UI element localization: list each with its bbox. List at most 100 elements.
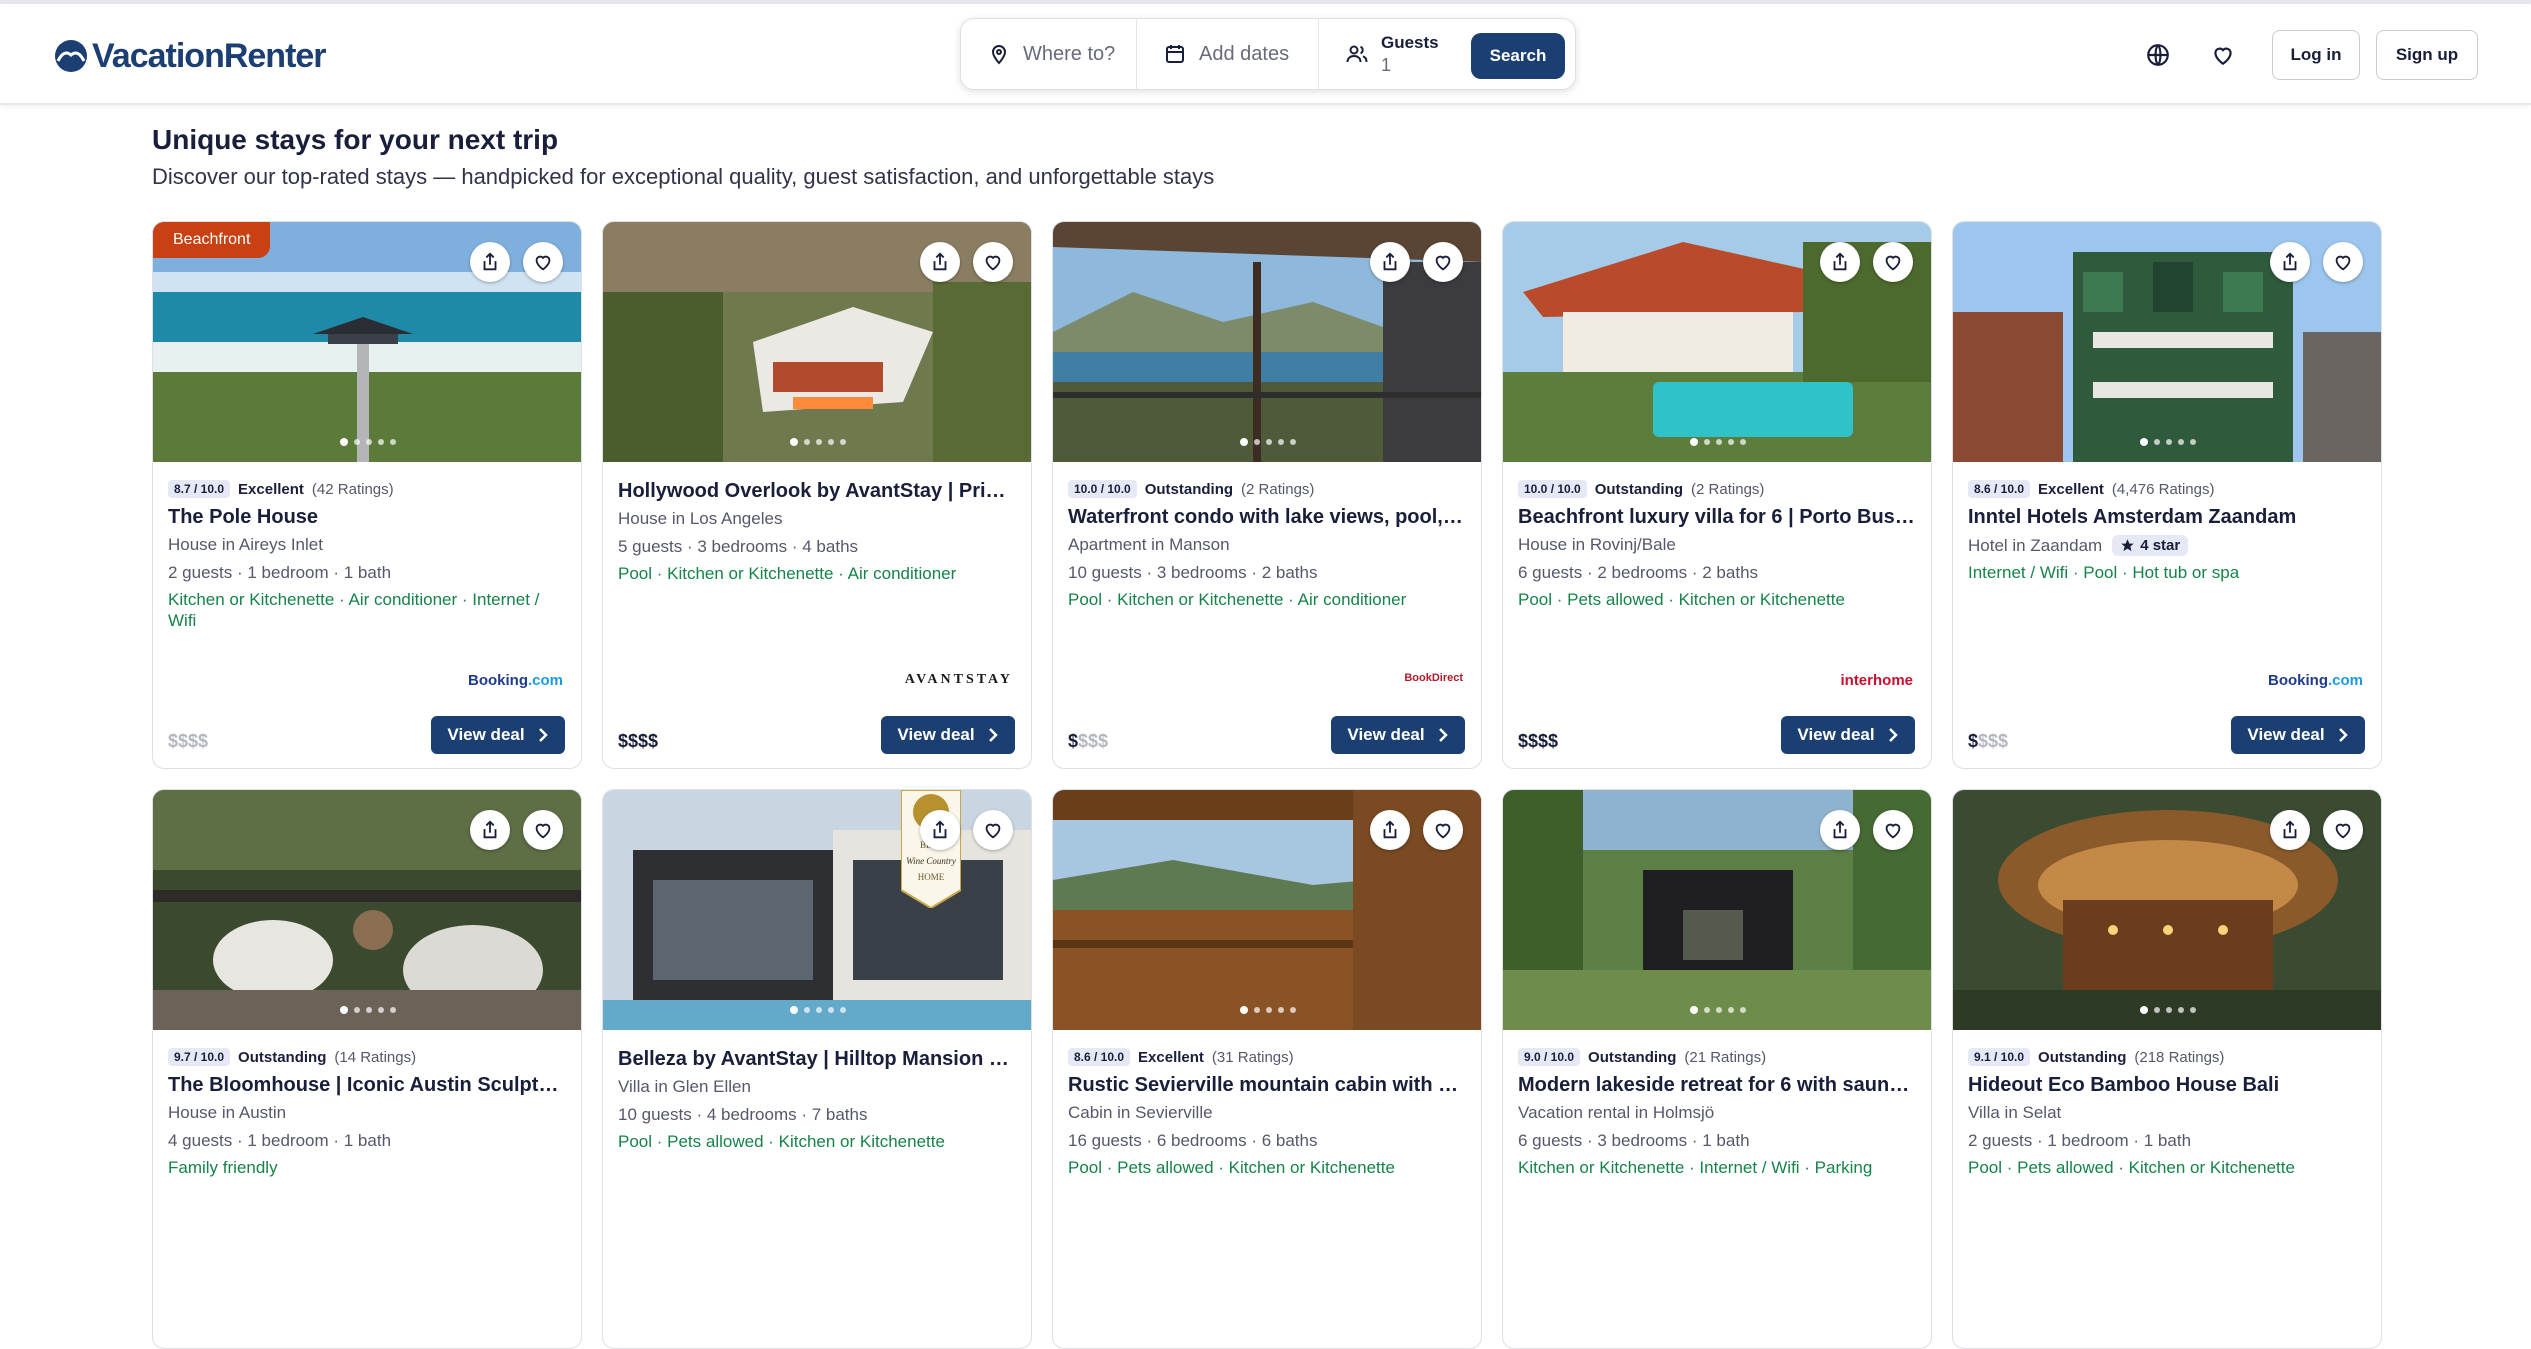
logo-icon (55, 40, 87, 72)
rating-row: 9.0 / 10.0 Outstanding (21 Ratings) (1518, 1044, 1915, 1070)
carousel-dots[interactable] (790, 438, 846, 446)
share-button[interactable] (920, 242, 960, 282)
listing-photo[interactable] (153, 790, 581, 1030)
share-button[interactable] (920, 810, 960, 850)
calendar-icon (1166, 45, 1184, 63)
listing-card[interactable]: 8.6 / 10.0 Excellent (4,476 Ratings) Inn… (1952, 221, 2382, 769)
favorite-button[interactable] (523, 242, 563, 282)
view-deal-button[interactable]: View deal (881, 716, 1015, 754)
favorite-button[interactable] (523, 810, 563, 850)
favorite-button[interactable] (1873, 810, 1913, 850)
view-deal-button[interactable]: View deal (431, 716, 565, 754)
carousel-dots[interactable] (1690, 1006, 1746, 1014)
listing-amenities: Pool · Pets allowed · Kitchen or Kitchen… (1068, 1158, 1395, 1177)
photo-image (1953, 222, 2381, 462)
listing-title[interactable]: Hollywood Overlook by AvantStay | Privat… (618, 480, 1015, 503)
listing-photo[interactable] (1953, 222, 2381, 462)
share-button[interactable] (2270, 242, 2310, 282)
favorite-button[interactable] (1873, 242, 1913, 282)
share-button[interactable] (470, 242, 510, 282)
heart-icon (535, 255, 551, 271)
where-field[interactable]: Where to? (961, 18, 1137, 90)
carousel-dots[interactable] (2140, 438, 2196, 446)
listing-card[interactable]: Beachfront 8.7 / 10.0 Excellent (42 Rati… (152, 221, 582, 769)
listing-card[interactable]: 10.0 / 10.0 Outstanding (2 Ratings) Wate… (1052, 221, 1482, 769)
rating-count: (2 Ratings) (1241, 480, 1315, 498)
guests-field[interactable]: Guests 1 (1319, 18, 1473, 90)
share-icon (1833, 252, 1847, 271)
listing-title[interactable]: Belleza by AvantStay | Hilltop Mansion w… (618, 1048, 1015, 1071)
chevron-right-icon (988, 728, 998, 742)
share-icon (2283, 252, 2297, 271)
listing-title[interactable]: Rustic Sevierville mountain cabin with b… (1068, 1074, 1465, 1097)
listing-title[interactable]: The Pole House (168, 506, 565, 529)
site-header: VacationRenter Where to? Add dates Guest… (0, 4, 2531, 105)
favorite-button[interactable] (1423, 810, 1463, 850)
listing-title[interactable]: Hideout Eco Bamboo House Bali (1968, 1074, 2365, 1097)
price-level: $$$$ (168, 731, 209, 751)
carousel-dots[interactable] (340, 1006, 396, 1014)
view-deal-button[interactable]: View deal (1331, 716, 1465, 754)
dates-field[interactable]: Add dates (1137, 18, 1319, 90)
share-button[interactable] (1820, 242, 1860, 282)
listing-card[interactable]: 9.7 / 10.0 Outstanding (14 Ratings) The … (152, 789, 582, 1349)
search-button[interactable]: Search (1471, 33, 1565, 79)
listing-type: Villa in Glen Ellen (618, 1077, 751, 1096)
view-deal-button[interactable]: View deal (2231, 716, 2365, 754)
favorite-button[interactable] (973, 242, 1013, 282)
listing-title[interactable]: Inntel Hotels Amsterdam Zaandam (1968, 506, 2365, 529)
favorite-button[interactable] (2323, 242, 2363, 282)
listing-card[interactable]: 10.0 / 10.0 Outstanding (2 Ratings) Beac… (1502, 221, 1932, 769)
share-button[interactable] (1370, 810, 1410, 850)
favorite-button[interactable] (973, 810, 1013, 850)
view-deal-button[interactable]: View deal (1781, 716, 1915, 754)
share-button[interactable] (1820, 810, 1860, 850)
share-button[interactable] (1370, 242, 1410, 282)
rating-count: (14 Ratings) (334, 1048, 417, 1066)
rating-score: 8.7 / 10.0 (168, 480, 231, 498)
provider-logo: BookDirect (1404, 672, 1463, 684)
site-logo[interactable]: VacationRenter (54, 34, 327, 78)
listing-photo[interactable] (1053, 790, 1481, 1030)
listing-card[interactable]: Hollywood Overlook by AvantStay | Privat… (602, 221, 1032, 769)
share-icon (933, 820, 947, 839)
favorite-button[interactable] (2323, 810, 2363, 850)
favorites-button[interactable] (2208, 40, 2238, 70)
listing-capacity: 2 guests · 1 bedroom · 1 bath (168, 563, 392, 582)
carousel-dots[interactable] (340, 438, 396, 446)
listing-title[interactable]: Waterfront condo with lake views, pool, … (1068, 506, 1465, 529)
photo-image (1053, 790, 1481, 1030)
carousel-dots[interactable] (2140, 1006, 2196, 1014)
listing-card[interactable]: 8.6 / 10.0 Excellent (31 Ratings) Rustic… (1052, 789, 1482, 1349)
listing-photo[interactable] (1503, 790, 1931, 1030)
listing-title[interactable]: Beachfront luxury villa for 6 | Porto Bu… (1518, 506, 1915, 529)
share-button[interactable] (470, 810, 510, 850)
share-button[interactable] (2270, 810, 2310, 850)
price-level: $$$$ (1518, 731, 1559, 751)
listing-title[interactable]: The Bloomhouse | Iconic Austin Sculptura… (168, 1074, 565, 1097)
listing-photo[interactable] (1953, 790, 2381, 1030)
signup-button[interactable]: Sign up (2376, 30, 2478, 80)
carousel-dots[interactable] (1690, 438, 1746, 446)
share-icon (933, 252, 947, 271)
rating-count: (31 Ratings) (1211, 1048, 1294, 1066)
language-button[interactable] (2143, 40, 2173, 70)
listing-photo[interactable] (1053, 222, 1481, 462)
listing-card[interactable]: BEST Wine Country HOME Belleza by AvantS… (602, 789, 1032, 1349)
listing-photo[interactable]: BEST Wine Country HOME (603, 790, 1031, 1030)
login-button[interactable]: Log in (2272, 30, 2360, 80)
listing-photo[interactable] (1503, 222, 1931, 462)
listing-title[interactable]: Modern lakeside retreat for 6 with sauna… (1518, 1074, 1915, 1097)
listing-card[interactable]: 9.0 / 10.0 Outstanding (21 Ratings) Mode… (1502, 789, 1932, 1349)
carousel-dots[interactable] (790, 1006, 846, 1014)
listing-photo[interactable]: Beachfront (153, 222, 581, 462)
category-badge: Beachfront (153, 222, 271, 258)
favorite-button[interactable] (1423, 242, 1463, 282)
listing-photo[interactable] (603, 222, 1031, 462)
carousel-dots[interactable] (1240, 1006, 1296, 1014)
listing-amenities: Pool · Pets allowed · Kitchen or Kitchen… (618, 1132, 945, 1151)
rating-score: 9.7 / 10.0 (168, 1048, 231, 1066)
rating-label: Outstanding (1144, 480, 1234, 498)
carousel-dots[interactable] (1240, 438, 1296, 446)
listing-card[interactable]: 9.1 / 10.0 Outstanding (218 Ratings) Hid… (1952, 789, 2382, 1349)
